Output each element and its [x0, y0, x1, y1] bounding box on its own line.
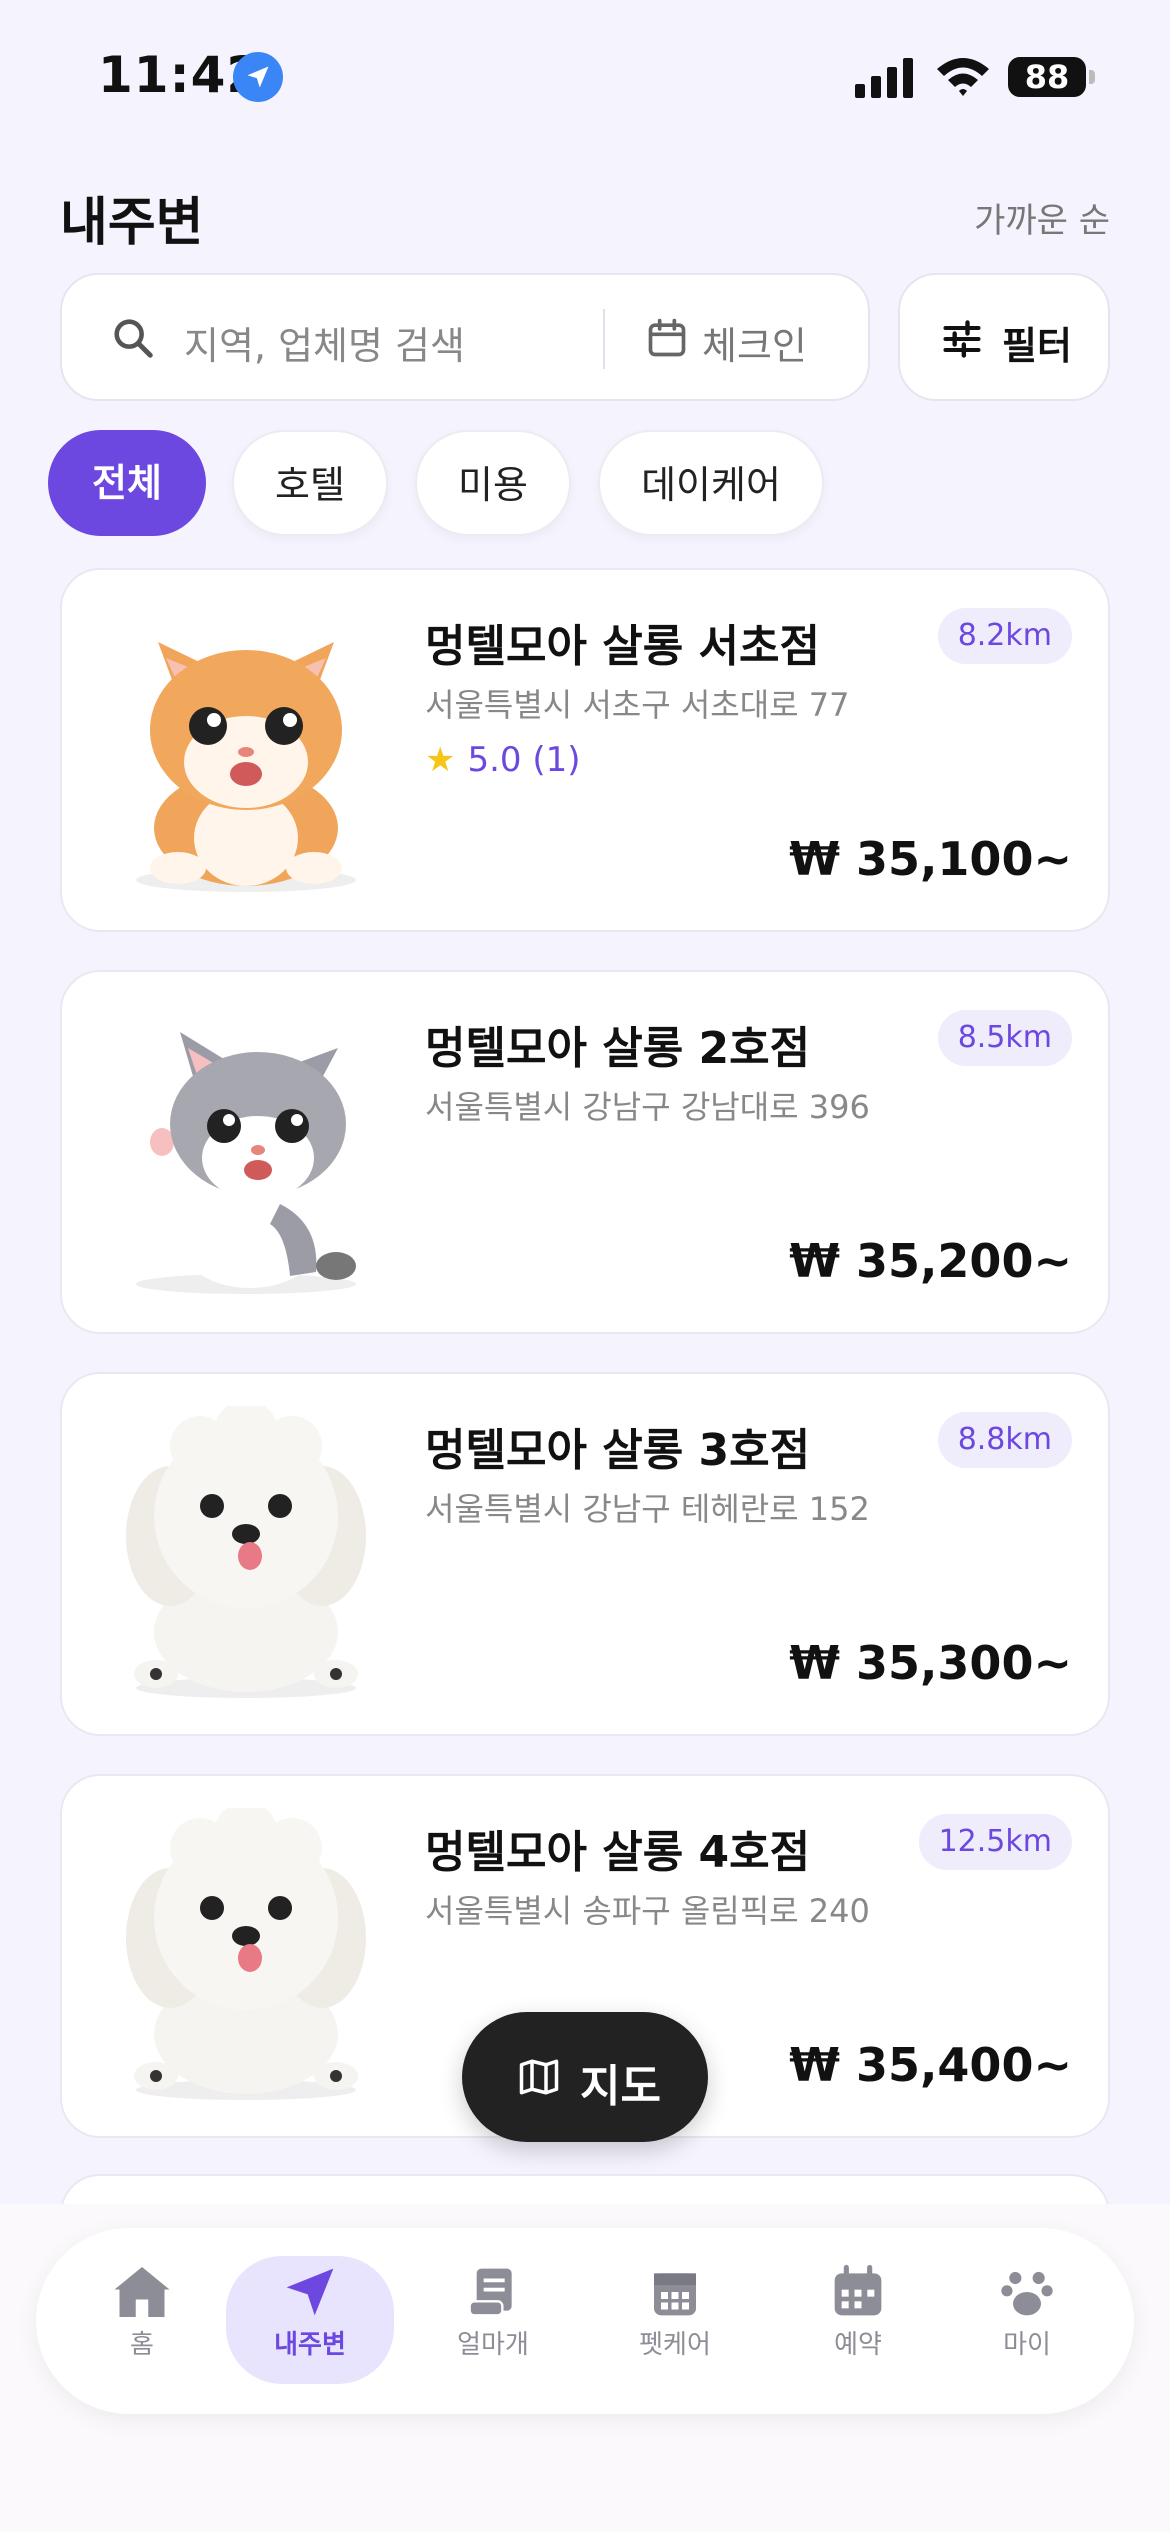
chip-all[interactable]: 전체 — [48, 430, 206, 536]
listing-card[interactable]: 멍텔모아 살롱 2호점 서울특별시 강남구 강남대로 396 8.5km ₩ 3… — [60, 970, 1110, 1334]
map-button-label: 지도 — [580, 2061, 661, 2112]
bottom-nav: 홈 내주변 얼마개 펫케어 예약 마이 — [36, 2228, 1134, 2414]
listing-name: 멍텔모아 살롱 4호점 — [425, 1827, 811, 1878]
search-divider — [603, 309, 605, 369]
checkin-date-field[interactable]: 체크인 — [702, 315, 807, 370]
wifi-icon — [937, 58, 989, 96]
sort-selector[interactable]: 가까운 순 — [974, 193, 1110, 242]
calendar-icon — [648, 318, 686, 357]
nav-item-nearby[interactable]: 내주변 — [226, 2256, 394, 2384]
calendar-icon — [834, 2264, 882, 2316]
listing-name: 멍텔모아 살롱 3호점 — [425, 1425, 811, 1476]
search-bar[interactable]: 지역, 업체명 검색 체크인 — [60, 273, 870, 401]
nav-item-petcare[interactable]: 펫케어 — [591, 2256, 759, 2384]
filter-button[interactable]: 필터 — [898, 273, 1110, 401]
nav-item-home[interactable]: 홈 — [58, 2256, 226, 2384]
chip-grooming[interactable]: 미용 — [415, 430, 571, 536]
listing-address: 서울특별시 강남구 강남대로 396 — [425, 1088, 870, 1126]
listing-address: 서울특별시 강남구 테헤란로 152 — [425, 1490, 870, 1528]
filter-label: 필터 — [1002, 324, 1072, 368]
nav-item-pricing[interactable]: 얼마개 — [409, 2256, 577, 2384]
map-view-button[interactable]: 지도 — [462, 2012, 708, 2142]
distance-badge: 8.5km — [937, 1010, 1072, 1066]
nav-label: 홈 — [130, 2330, 154, 2360]
listing-address: 서울특별시 송파구 올림픽로 240 — [425, 1892, 870, 1930]
rating: ★ 5.0 (1) — [425, 740, 581, 780]
nav-label: 예약 — [834, 2330, 882, 2360]
location-services-icon — [233, 52, 283, 102]
listing-price: ₩ 35,300~ — [789, 1636, 1072, 1690]
listing-card[interactable]: 멍텔모아 살롱 3호점 서울특별시 강남구 테헤란로 152 8.8km ₩ 3… — [60, 1372, 1110, 1736]
white-puppy-image — [100, 1406, 392, 1702]
location-arrow-icon — [286, 2268, 334, 2316]
listing-price: ₩ 35,100~ — [789, 832, 1072, 886]
map-icon — [519, 2059, 559, 2095]
distance-badge: 12.5km — [918, 1814, 1072, 1870]
sliders-icon — [943, 320, 981, 358]
listing-name: 멍텔모아 살롱 2호점 — [425, 1023, 811, 1074]
rating-value: 5.0 (1) — [467, 740, 581, 780]
distance-badge: 8.8km — [937, 1412, 1072, 1468]
nav-label: 얼마개 — [457, 2330, 529, 2360]
battery-cap — [1089, 70, 1095, 84]
chip-daycare[interactable]: 데이케어 — [598, 430, 824, 536]
nav-item-reservation[interactable]: 예약 — [774, 2256, 942, 2384]
search-input[interactable]: 지역, 업체명 검색 — [184, 315, 465, 370]
orange-kitten-image — [100, 602, 392, 898]
nav-label: 펫케어 — [639, 2330, 711, 2360]
receipt-icon — [468, 2268, 512, 2317]
search-icon — [114, 319, 153, 358]
nav-label: 마이 — [1003, 2330, 1051, 2360]
nav-item-my[interactable]: 마이 — [943, 2256, 1111, 2384]
star-icon: ★ — [425, 740, 456, 780]
listing-price: ₩ 35,400~ — [789, 2038, 1072, 2092]
home-icon — [114, 2267, 170, 2317]
gray-kitten-image — [100, 1004, 392, 1300]
white-puppy-image — [100, 1808, 392, 2104]
distance-badge: 8.2km — [937, 608, 1072, 664]
calendar-grid-icon — [654, 2273, 696, 2316]
status-bar: 11:42 88 — [0, 0, 1170, 150]
cellular-signal-icon — [855, 58, 913, 98]
listing-price: ₩ 35,200~ — [789, 1234, 1072, 1288]
page-title: 내주변 — [60, 193, 204, 253]
listing-card[interactable]: 멍텔모아 살롱 서초점 서울특별시 서초구 서초대로 77 8.2km ★ 5.0… — [60, 568, 1110, 932]
nav-label: 내주변 — [274, 2330, 346, 2360]
battery-indicator: 88 — [1008, 57, 1086, 97]
paw-icon — [1001, 2271, 1053, 2316]
chip-hotel[interactable]: 호텔 — [232, 430, 388, 536]
listing-address: 서울특별시 서초구 서초대로 77 — [425, 686, 850, 724]
listing-name: 멍텔모아 살롱 서초점 — [425, 621, 820, 672]
